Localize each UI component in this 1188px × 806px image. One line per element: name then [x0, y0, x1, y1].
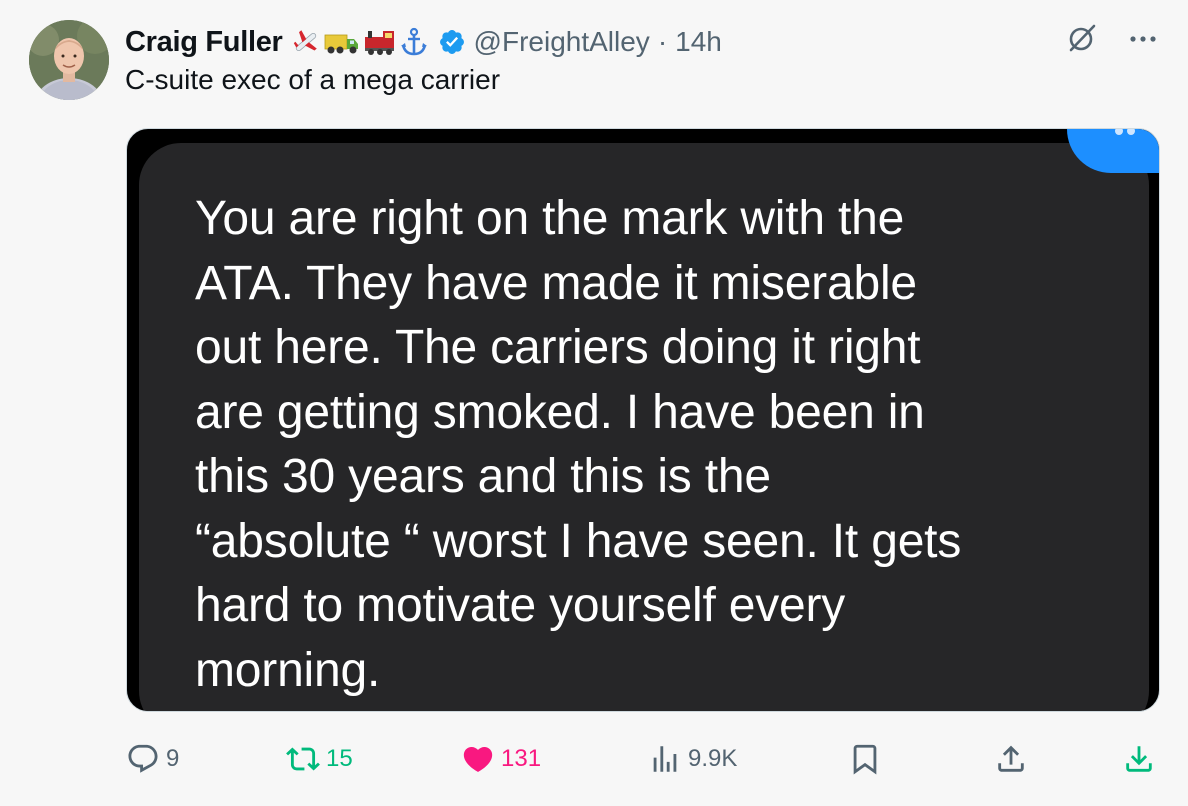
heart-icon: [461, 742, 495, 776]
action-bar: 9 15 131 9.9K: [126, 736, 1160, 782]
post-time[interactable]: 14h: [675, 26, 722, 58]
reply-icon: [126, 742, 160, 776]
tweet-text: C-suite exec of a mega carrier: [125, 64, 501, 95]
name-emojis: [291, 27, 428, 57]
like-count: 131: [501, 745, 542, 772]
verified-badge-icon[interactable]: [438, 28, 466, 56]
more-options-icon[interactable]: [1128, 22, 1158, 59]
views-count: 9.9K: [688, 745, 738, 772]
train-icon: [363, 27, 397, 57]
repost-button[interactable]: 15: [286, 736, 353, 782]
grok-icon[interactable]: [1066, 22, 1098, 59]
message-text: You are right on the mark with the ATA. …: [195, 192, 962, 697]
download-button[interactable]: [1122, 736, 1156, 782]
repost-count: 15: [326, 745, 353, 772]
media-image[interactable]: You are right on the mark with the ATA. …: [126, 128, 1160, 712]
anchor-icon: [400, 27, 428, 57]
views-button[interactable]: 9.9K: [648, 736, 737, 782]
bookmark-button[interactable]: [848, 736, 882, 782]
author-handle[interactable]: @FreightAlley: [474, 26, 650, 58]
repost-icon: [286, 742, 320, 776]
avatar-image: [29, 20, 109, 100]
message-bubble: You are right on the mark with the ATA. …: [139, 143, 1149, 711]
views-icon: [648, 742, 682, 776]
author-name[interactable]: Craig Fuller: [125, 26, 283, 59]
share-icon: [994, 742, 1028, 776]
separator-dot: ·: [657, 26, 668, 57]
reply-count: 9: [166, 745, 180, 772]
top-right-actions: [1066, 22, 1158, 59]
tweet: Craig Fuller @FreightAlley · 14h C-suite…: [0, 0, 1188, 806]
share-button[interactable]: [994, 736, 1028, 782]
download-icon: [1122, 742, 1156, 776]
reply-button[interactable]: 9: [126, 736, 179, 782]
avatar[interactable]: [29, 20, 109, 100]
like-button[interactable]: 131: [461, 736, 541, 782]
airplane-icon: [291, 27, 321, 57]
truck-icon: [324, 27, 360, 57]
tweet-header: Craig Fuller @FreightAlley · 14h: [125, 22, 722, 62]
bookmark-icon: [848, 742, 882, 776]
